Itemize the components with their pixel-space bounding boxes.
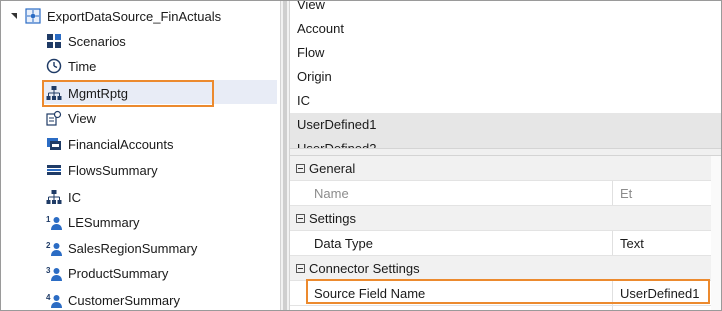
tree-item-label: Scenarios xyxy=(68,33,126,49)
tree-item-label: LESummary xyxy=(68,214,140,230)
property-row-data-type[interactable]: Data Type Text xyxy=(290,231,721,256)
collapse-toggle-icon[interactable] xyxy=(296,263,305,273)
tree-item-scenarios[interactable]: Scenarios xyxy=(46,29,126,53)
clock-icon xyxy=(46,58,62,74)
tree-root[interactable]: ExportDataSource_FinActuals xyxy=(3,4,221,28)
category-connector-settings[interactable]: Connector Settings xyxy=(290,256,721,281)
org-chart-icon xyxy=(46,189,62,205)
list-item[interactable]: IC xyxy=(290,89,721,113)
grid-scrollbar[interactable] xyxy=(711,156,721,310)
user-defined-4-icon: 4 xyxy=(46,292,62,308)
tree-item-productsummary[interactable]: 3 ProductSummary xyxy=(46,261,168,285)
category-label: General xyxy=(309,160,356,176)
tree-item-label: IC xyxy=(68,189,81,205)
svg-text:4: 4 xyxy=(46,293,51,302)
tree-item-lesummary[interactable]: 1 LESummary xyxy=(46,210,140,234)
flows-icon xyxy=(46,162,62,178)
list-item[interactable]: Account xyxy=(290,17,721,41)
tree-item-label: ProductSummary xyxy=(68,265,169,281)
dimension-tree: ExportDataSource_FinActuals Scenarios Ti… xyxy=(1,1,280,310)
svg-text:3: 3 xyxy=(46,266,51,275)
property-name: Data Type xyxy=(314,235,374,251)
user-defined-2-icon: 2 xyxy=(46,240,62,256)
tree-item-ic[interactable]: IC xyxy=(46,185,81,209)
field-list: View Account Flow Origin IC UserDefined1… xyxy=(290,1,721,149)
collapse-toggle-icon[interactable] xyxy=(296,213,305,223)
tree-item-label: FinancialAccounts xyxy=(68,136,174,152)
tree-root-label: ExportDataSource_FinActuals xyxy=(47,8,222,24)
tree-item-flowssummary[interactable]: FlowsSummary xyxy=(46,158,158,182)
view-icon xyxy=(46,110,62,126)
user-defined-1-icon: 1 xyxy=(46,214,62,230)
property-value[interactable]: Text xyxy=(620,236,644,251)
user-defined-3-icon: 3 xyxy=(46,265,62,281)
mgmtrptg-highlight-box xyxy=(42,80,214,107)
collapse-toggle-icon[interactable] xyxy=(296,163,305,173)
tree-item-label: View xyxy=(68,110,96,126)
tree-item-label: Time xyxy=(68,58,97,74)
collapse-arrow-icon[interactable] xyxy=(11,13,17,19)
svg-text:1: 1 xyxy=(46,215,51,224)
category-general[interactable]: General xyxy=(290,156,721,181)
category-label: Connector Settings xyxy=(309,260,420,276)
tree-item-time[interactable]: Time xyxy=(46,54,96,78)
property-row-name[interactable]: Name Et xyxy=(290,181,721,206)
scenarios-icon xyxy=(46,33,62,49)
tree-scrollbar[interactable] xyxy=(283,1,287,310)
tree-item-label: FlowsSummary xyxy=(68,162,158,178)
tree-item-label: SalesRegionSummary xyxy=(68,240,198,256)
property-value[interactable]: Et xyxy=(620,186,632,201)
tree-item-label: CustomerSummary xyxy=(68,292,180,308)
list-item[interactable]: View xyxy=(290,1,721,17)
svg-text:2: 2 xyxy=(46,241,51,250)
tree-item-customersummary[interactable]: 4 CustomerSummary xyxy=(46,288,180,310)
horizontal-splitter[interactable] xyxy=(290,148,721,156)
source-field-highlight-box xyxy=(306,279,710,304)
list-item[interactable]: Origin xyxy=(290,65,721,89)
data-source-icon xyxy=(25,8,41,24)
category-settings[interactable]: Settings xyxy=(290,206,721,231)
category-label: Settings xyxy=(309,210,356,226)
tree-item-salesregionsummary[interactable]: 2 SalesRegionSummary xyxy=(46,236,197,260)
tree-item-financialaccounts[interactable]: FinancialAccounts xyxy=(46,132,174,156)
accounts-icon xyxy=(46,136,62,152)
app-window: ExportDataSource_FinActuals Scenarios Ti… xyxy=(0,0,722,311)
tree-item-view[interactable]: View xyxy=(46,106,96,130)
property-name: Name xyxy=(314,185,349,201)
list-item-selected[interactable]: UserDefined1 xyxy=(290,113,721,137)
list-item[interactable]: Flow xyxy=(290,41,721,65)
